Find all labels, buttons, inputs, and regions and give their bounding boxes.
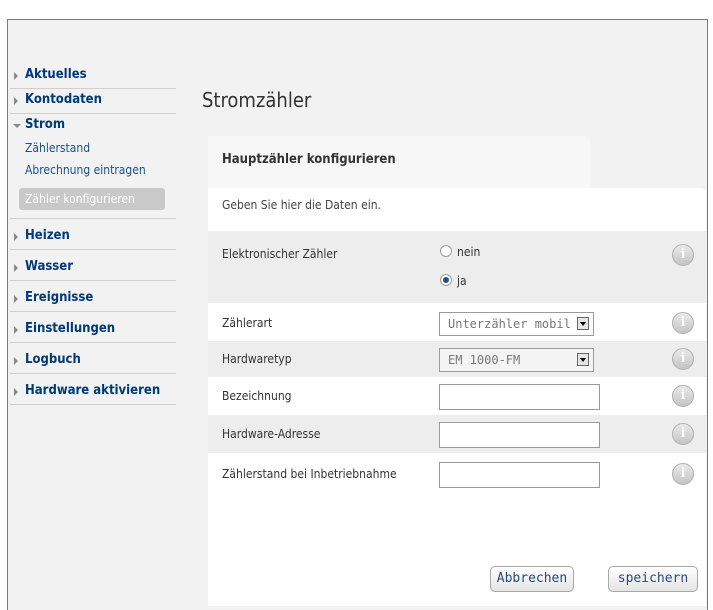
panel-body: Geben Sie hier die Daten ein. Elektronis… — [208, 188, 706, 606]
sidebar-item-label: Wasser — [25, 259, 73, 274]
sidebar-subitem-abrechnung[interactable]: Abrechnung eintragen — [25, 160, 176, 182]
save-button[interactable]: speichern — [608, 566, 698, 592]
row-zaehlerstand: Zählerstand bei Inbetriebnahme i — [208, 453, 706, 493]
sidebar-subitem-zaehler-konfigurieren[interactable]: Zähler konfigurieren — [19, 188, 165, 210]
sidebar-item-heizen[interactable]: Heizen — [10, 225, 176, 250]
chevron-down-icon[interactable] — [577, 353, 589, 366]
page-title: Stromzähler — [202, 88, 312, 112]
sidebar-item-label: Ereignisse — [25, 290, 94, 305]
field-label: Bezeichnung — [222, 389, 292, 403]
info-icon[interactable]: i — [672, 244, 694, 266]
field-label: Zählerstand bei Inbetriebnahme — [222, 467, 397, 481]
zaehlerart-select[interactable]: Unterzähler mobil — [439, 312, 594, 336]
row-bezeichnung: Bezeichnung i — [208, 377, 706, 415]
cancel-button[interactable]: Abbrechen — [490, 566, 574, 592]
field-label: Zählerart — [222, 316, 273, 330]
triangle-right-icon — [14, 388, 18, 396]
triangle-right-icon — [14, 97, 18, 105]
hardware-adresse-input[interactable] — [439, 422, 600, 448]
radio-label: nein — [457, 245, 481, 259]
radio-circle-icon — [440, 274, 452, 286]
sidebar-item-label: Einstellungen — [25, 321, 116, 336]
field-label: Hardwaretyp — [222, 352, 292, 366]
sidebar-subitem-zaehlerstand[interactable]: Zählerstand — [25, 138, 176, 160]
field-label: Hardware-Adresse — [222, 427, 321, 441]
row-zaehlerart: Zählerart Unterzähler mobil i — [208, 303, 706, 341]
select-value: Unterzähler mobil — [448, 317, 571, 331]
panel-header: Hauptzähler konfigurieren — [208, 136, 590, 188]
info-icon[interactable]: i — [672, 423, 694, 445]
sidebar-item-logbuch[interactable]: Logbuch — [10, 349, 176, 374]
sidebar-item-wasser[interactable]: Wasser — [10, 256, 176, 281]
config-panel: Hauptzähler konfigurieren Geben Sie hier… — [208, 136, 706, 606]
field-label: Elektronischer Zähler — [222, 247, 338, 261]
info-icon[interactable]: i — [672, 463, 694, 485]
triangle-right-icon — [14, 233, 18, 241]
row-hardware-adresse: Hardware-Adresse i — [208, 415, 706, 453]
triangle-right-icon — [14, 326, 18, 334]
bezeichnung-input[interactable] — [439, 384, 600, 410]
triangle-right-icon — [14, 357, 18, 365]
chevron-down-icon[interactable] — [577, 317, 589, 330]
sidebar-item-aktuelles[interactable]: Aktuelles — [10, 64, 176, 89]
radio-label: ja — [457, 274, 467, 288]
triangle-down-icon — [13, 124, 21, 128]
sidebar-item-label: Logbuch — [25, 352, 81, 367]
sidebar-item-label: Aktuelles — [25, 67, 87, 82]
intro-text: Geben Sie hier die Daten ein. — [222, 198, 381, 212]
sidebar-item-ereignisse[interactable]: Ereignisse — [10, 287, 176, 312]
sidebar-item-label: Kontodaten — [25, 92, 102, 107]
sidebar-item-kontodaten[interactable]: Kontodaten — [10, 89, 176, 114]
row-elektronisch: Elektronischer Zähler nein ja i — [208, 231, 706, 303]
info-icon[interactable]: i — [672, 312, 694, 334]
sidebar-item-label: Strom — [25, 117, 66, 132]
info-icon[interactable]: i — [672, 385, 694, 407]
triangle-right-icon — [14, 295, 18, 303]
zaehlerstand-input[interactable] — [439, 462, 600, 488]
sidebar-nav: Aktuelles Kontodaten Strom Zählerstand A… — [10, 64, 176, 405]
triangle-right-icon — [14, 72, 18, 80]
sidebar-item-label: Hardware aktivieren — [25, 383, 161, 398]
radio-ja[interactable]: ja — [440, 274, 467, 288]
radio-circle-icon — [440, 245, 452, 257]
app-frame: Aktuelles Kontodaten Strom Zählerstand A… — [7, 19, 708, 610]
radio-nein[interactable]: nein — [440, 245, 480, 259]
row-hardwaretyp: Hardwaretyp EM 1000-FM i — [208, 341, 706, 377]
hardwaretyp-select[interactable]: EM 1000-FM — [439, 348, 594, 372]
select-value: EM 1000-FM — [448, 353, 521, 367]
sidebar-item-label: Heizen — [25, 228, 70, 243]
sidebar-item-strom[interactable]: Strom — [10, 114, 176, 138]
panel-title: Hauptzähler konfigurieren — [222, 152, 396, 167]
sidebar-item-hardware-aktivieren[interactable]: Hardware aktivieren — [10, 380, 176, 405]
triangle-right-icon — [14, 264, 18, 272]
sidebar-submenu-strom: Zählerstand Abrechnung eintragen Zähler … — [10, 138, 176, 219]
sidebar-item-einstellungen[interactable]: Einstellungen — [10, 318, 176, 343]
info-icon[interactable]: i — [672, 348, 694, 370]
